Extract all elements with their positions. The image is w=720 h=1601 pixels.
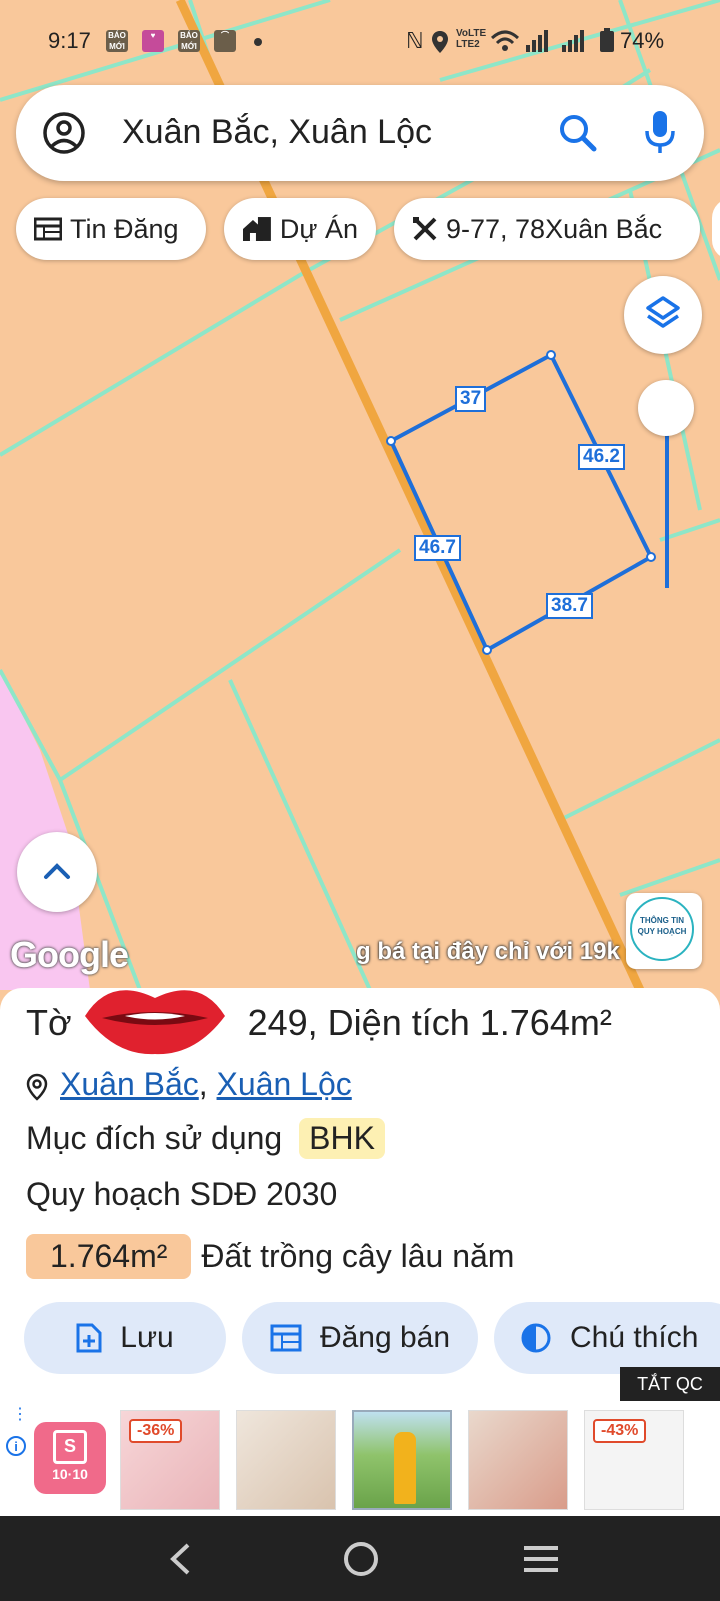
lazada-app-icon: ♥ bbox=[142, 30, 164, 52]
land-use-label: Mục đích sử dụng bbox=[26, 1120, 283, 1156]
chip-du-an[interactable]: Dự Án bbox=[224, 198, 376, 260]
listing-icon bbox=[270, 1324, 302, 1352]
listing-icon bbox=[34, 217, 62, 241]
land-use-code-badge: BHK bbox=[299, 1118, 385, 1159]
ad-product-1[interactable]: -36% bbox=[120, 1410, 220, 1510]
legend-label: Chú thích bbox=[570, 1321, 699, 1354]
area-type: Đất trồng cây lâu năm bbox=[201, 1238, 515, 1274]
shopping-bag-icon: ⌒ bbox=[214, 30, 236, 52]
shopee-logo[interactable]: S 10·10 bbox=[34, 1422, 106, 1494]
land-use-row: Mục đích sử dụng BHK bbox=[26, 1118, 385, 1159]
status-time: 9:17 bbox=[48, 28, 91, 53]
add-file-icon bbox=[76, 1323, 102, 1353]
system-nav-bar bbox=[0, 1516, 720, 1601]
account-icon[interactable] bbox=[42, 111, 86, 155]
parcel-location: Xuân Bắc, Xuân Lộc bbox=[26, 1066, 352, 1103]
planning-info-button[interactable]: THÔNG TIN QUY HOẠCH bbox=[626, 893, 702, 969]
post-sale-label: Đăng bán bbox=[319, 1321, 451, 1354]
battery-percent: 74% bbox=[620, 28, 665, 53]
search-query[interactable]: Xuân Bắc, Xuân Lộc bbox=[122, 113, 432, 152]
contrast-icon bbox=[521, 1323, 551, 1353]
ward-link[interactable]: Xuân Bắc bbox=[60, 1066, 199, 1102]
measurement-bottom: 38.7 bbox=[546, 593, 593, 619]
ad-product-2[interactable] bbox=[236, 1410, 336, 1510]
search-icon[interactable] bbox=[556, 111, 600, 155]
save-button[interactable]: Lưu bbox=[24, 1302, 226, 1374]
ad-menu-icon[interactable]: ⋮ bbox=[12, 1407, 28, 1423]
location-icon bbox=[432, 31, 448, 53]
layers-icon bbox=[646, 296, 680, 328]
ad-product-5[interactable]: -43% bbox=[584, 1410, 684, 1510]
measurement-right: 46.2 bbox=[578, 444, 625, 470]
lips-sticker-icon bbox=[85, 990, 225, 1055]
discount-badge: -36% bbox=[129, 1419, 183, 1443]
layers-button[interactable] bbox=[624, 276, 702, 354]
measurement-top: 37 bbox=[455, 386, 487, 412]
ad-product-3[interactable] bbox=[352, 1410, 452, 1510]
expand-sheet-button[interactable] bbox=[17, 832, 97, 912]
recents-icon[interactable] bbox=[522, 1544, 560, 1574]
parcel-title-suffix: 249, Diện tích 1.764m² bbox=[247, 1002, 612, 1043]
chip-label: Dự Án bbox=[279, 213, 358, 244]
post-sale-button[interactable]: Đăng bán bbox=[242, 1302, 478, 1374]
nfc-icon: ℕ bbox=[406, 28, 424, 53]
signal-icon-2 bbox=[562, 30, 584, 52]
plan-label: Quy hoạch SDĐ 2030 bbox=[26, 1176, 338, 1212]
ruler-pencil-icon bbox=[413, 217, 437, 241]
discount-badge: -43% bbox=[593, 1419, 647, 1443]
chip-label: Tin Đăng bbox=[70, 213, 179, 244]
ad-banner[interactable]: ⋮ i S 10·10 -36% -43% bbox=[0, 1402, 720, 1516]
baomoi-app-icon: BÁO MỚI bbox=[106, 30, 128, 52]
area-row: 1.764m² Đất trồng cây lâu năm bbox=[26, 1234, 514, 1279]
wifi-icon bbox=[490, 30, 520, 51]
parcel-title-prefix: Tờ bbox=[26, 1002, 72, 1043]
google-logo: Google bbox=[10, 934, 129, 975]
legend-button[interactable]: Chú thích bbox=[494, 1302, 720, 1374]
baomoi-app-icon-2: BÁO MỚI bbox=[178, 30, 200, 52]
mic-icon[interactable] bbox=[644, 109, 676, 157]
save-label: Lưu bbox=[120, 1321, 174, 1354]
chip-parcel-id[interactable]: 9-77, 78Xuân Bắc bbox=[394, 198, 700, 260]
chevron-up-icon bbox=[44, 863, 70, 879]
ad-info-icon[interactable]: i bbox=[6, 1436, 26, 1456]
district-link[interactable]: Xuân Lộc bbox=[217, 1066, 352, 1102]
home-icon[interactable] bbox=[342, 1540, 380, 1578]
search-bar[interactable]: Xuân Bắc, Xuân Lộc bbox=[16, 85, 704, 181]
volte-icon: VoLTE LTE2 bbox=[456, 28, 487, 50]
area-badge: 1.764m² bbox=[26, 1234, 192, 1279]
signal-icon bbox=[526, 30, 548, 52]
close-ads-button[interactable]: TẮT QC bbox=[620, 1367, 720, 1401]
pin-icon bbox=[26, 1073, 48, 1101]
promo-text: g bá tại đây chỉ với 19k bbox=[356, 938, 620, 965]
back-icon[interactable] bbox=[168, 1542, 192, 1576]
shop-label: 10·10 bbox=[52, 1466, 88, 1482]
chip-tin-dang[interactable]: Tin Đăng bbox=[16, 198, 206, 260]
battery-icon bbox=[600, 28, 614, 52]
ad-product-4[interactable] bbox=[468, 1410, 568, 1510]
buildings-icon bbox=[242, 217, 271, 241]
status-bar: 9:17 BÁO MỚI ♥ BÁO MỚI ⌒ ℕ VoLTE LTE2 74% bbox=[0, 0, 720, 84]
measurement-left: 46.7 bbox=[414, 535, 461, 561]
notification-dot-icon bbox=[254, 38, 262, 46]
planning-info-label: THÔNG TIN QUY HOẠCH bbox=[630, 897, 694, 961]
chip-label: 9-77, 78Xuân Bắc bbox=[446, 213, 663, 244]
opacity-slider-handle[interactable] bbox=[638, 380, 694, 436]
